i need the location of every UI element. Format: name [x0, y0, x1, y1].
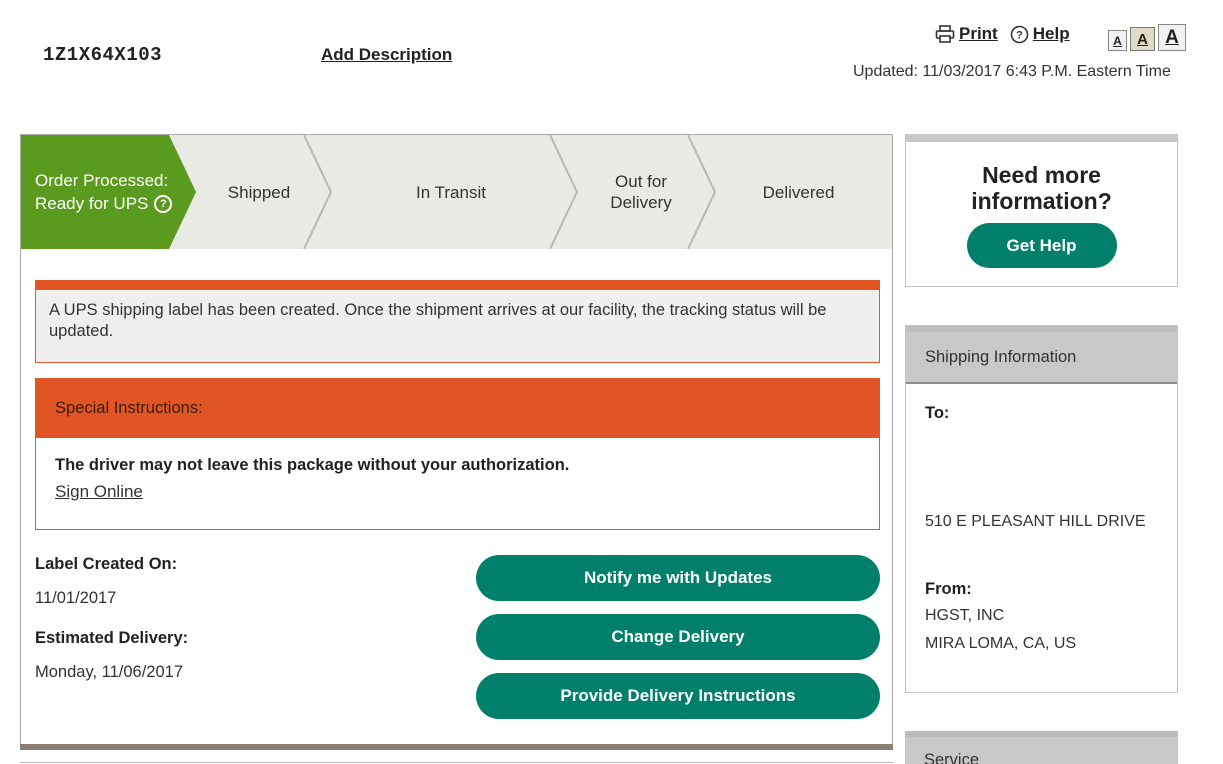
estimated-delivery-label: Estimated Delivery:	[35, 629, 189, 647]
shipping-information-box: Shipping Information To: 510 E PLEASANT …	[905, 325, 1178, 693]
special-instructions: Special Instructions: The driver may not…	[35, 378, 880, 530]
printer-icon	[935, 25, 955, 43]
need-help-title: Need more information?	[906, 162, 1177, 214]
step-out-line1: Out for	[615, 172, 667, 191]
ship-to-label: To:	[925, 404, 950, 422]
status-notice: A UPS shipping label has been created. O…	[35, 280, 880, 363]
sign-online-link[interactable]: Sign Online	[55, 482, 143, 502]
tracking-number: 1Z1X64X103	[43, 44, 163, 66]
shipping-information-heading: Shipping Information	[906, 326, 1177, 384]
status-notice-text: A UPS shipping label has been created. O…	[49, 301, 827, 340]
change-delivery-button[interactable]: Change Delivery	[476, 614, 880, 660]
notify-updates-button[interactable]: Notify me with Updates	[476, 555, 880, 601]
font-size-controls: A A A	[1108, 24, 1186, 51]
updated-timestamp: Updated: 11/03/2017 6:43 P.M. Eastern Ti…	[853, 63, 1171, 80]
question-circle-icon: ?	[1010, 25, 1029, 44]
progress-tracker: Order Processed: Ready for UPS? Shipped …	[21, 135, 892, 249]
divider	[20, 762, 893, 763]
svg-text:?: ?	[1016, 29, 1023, 41]
step-shipped: Shipped	[227, 182, 291, 202]
label-created-value: 11/01/2017	[35, 589, 117, 607]
panel-bottom-bar	[20, 744, 893, 750]
step-order-processed: Order Processed: Ready for UPS?	[21, 135, 221, 249]
need-help-box: Need more information? Get Help	[905, 134, 1178, 287]
estimated-delivery-value: Monday, 11/06/2017	[35, 663, 184, 681]
service-heading: Service	[924, 751, 980, 764]
ship-to-address: 510 E PLEASANT HILL DRIVE	[925, 513, 1146, 530]
label-created-label: Label Created On:	[35, 555, 178, 573]
step-current-line2: Ready for UPS	[35, 194, 149, 213]
service-box: Service	[905, 731, 1178, 764]
step-current-line1: Order Processed:	[35, 171, 169, 190]
tracking-detail-panel: Order Processed: Ready for UPS? Shipped …	[20, 134, 893, 750]
step-delivered: Delivered	[762, 182, 835, 202]
font-size-medium-button[interactable]: A	[1130, 27, 1155, 51]
ship-from-name: HGST, INC	[925, 607, 1005, 624]
help-link[interactable]: ? Help	[1010, 24, 1070, 44]
font-size-large-button[interactable]: A	[1158, 24, 1186, 51]
need-help-line2: information?	[971, 188, 1112, 214]
font-size-small-button[interactable]: A	[1108, 30, 1127, 51]
delivery-instructions-button[interactable]: Provide Delivery Instructions	[476, 673, 880, 719]
print-label: Print	[959, 24, 998, 43]
need-help-line1: Need more	[982, 162, 1101, 188]
print-link[interactable]: Print	[935, 24, 998, 44]
step-out-line2: Delivery	[610, 193, 672, 212]
special-instructions-text: The driver may not leave this package wi…	[55, 456, 570, 474]
ship-from-location: MIRA LOMA, CA, US	[925, 635, 1077, 652]
ship-from-label: From:	[925, 580, 972, 598]
help-label: Help	[1032, 24, 1070, 43]
top-tools: Print ? Help	[935, 24, 1070, 44]
step-in-transit: In Transit	[416, 182, 486, 202]
add-description-link[interactable]: Add Description	[321, 45, 452, 65]
get-help-button[interactable]: Get Help	[966, 223, 1117, 268]
special-instructions-heading: Special Instructions:	[36, 379, 879, 438]
step-out-for-delivery: Out for Delivery	[581, 135, 701, 249]
question-circle-icon[interactable]: ?	[154, 194, 173, 213]
